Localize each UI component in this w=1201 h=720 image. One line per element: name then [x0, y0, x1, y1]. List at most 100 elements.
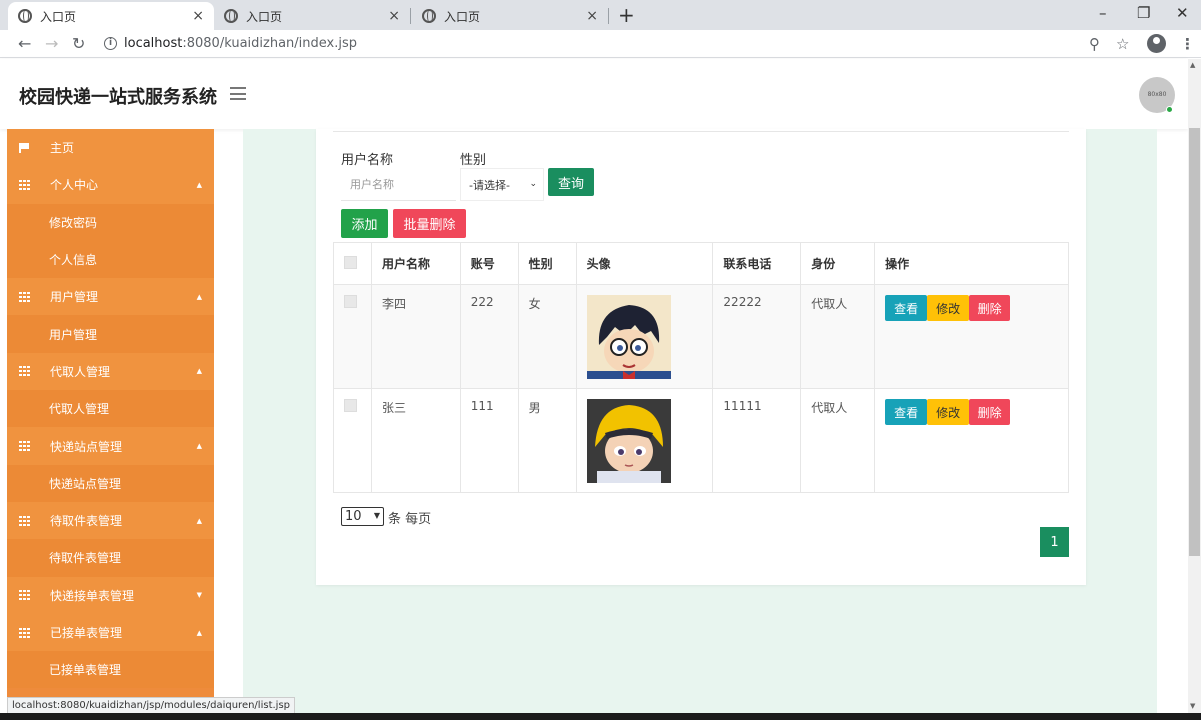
- flag-icon: [19, 142, 30, 153]
- chevron-up-icon: ▲: [196, 180, 202, 189]
- sidebar-item-label: 个人中心: [50, 178, 99, 193]
- sidebar-group[interactable]: 个人中心 ▲: [7, 166, 214, 204]
- url-field[interactable]: localhost:8080/kuaidizhan/index.jsp: [124, 36, 357, 51]
- sidebar-item[interactable]: 用户管理: [7, 315, 214, 353]
- page-size-select[interactable]: 10 ▼: [341, 507, 384, 526]
- username-cell: 李四: [370, 284, 461, 389]
- scroll-down-icon[interactable]: ▼: [1190, 702, 1195, 710]
- gender-cell: 男: [517, 388, 577, 493]
- sidebar-item-label: 已接单表管理: [50, 626, 123, 640]
- globe-icon: [18, 9, 32, 23]
- sidebar-group[interactable]: 用户管理 ▲: [7, 278, 214, 316]
- edit-button[interactable]: 修改: [927, 399, 970, 425]
- actions-cell: 查看 修改 删除: [874, 388, 1069, 493]
- sidebar-group[interactable]: 快递站点管理 ▲: [7, 427, 214, 465]
- divider: [333, 131, 1069, 132]
- data-table: 用户名称 账号 性别 头像 联系电话 身份 操作 李四 222 女 22222 …: [333, 242, 1069, 493]
- sidebar-item-label: 待取件表管理: [50, 514, 123, 529]
- add-button[interactable]: 添加: [341, 209, 388, 238]
- column-header: 身份: [800, 242, 876, 285]
- page-number-button[interactable]: 1: [1040, 527, 1069, 557]
- browser-tab-bar: 入口页 × 入口页 × 入口页 × + – ❐ ✕: [0, 0, 1201, 30]
- grid-icon: [19, 179, 30, 190]
- browser-tab[interactable]: 入口页 ×: [214, 2, 410, 30]
- row-checkbox[interactable]: [344, 295, 357, 308]
- restore-icon[interactable]: ❐: [1137, 4, 1150, 22]
- sidebar-item[interactable]: 个人信息: [7, 240, 214, 279]
- phone-cell: 22222: [712, 284, 802, 389]
- sidebar-item-label: 修改密码: [49, 215, 98, 230]
- tab-separator: [608, 8, 609, 24]
- key-icon[interactable]: ⚲: [1089, 35, 1100, 53]
- edit-button[interactable]: 修改: [927, 295, 970, 321]
- globe-icon: [224, 9, 238, 23]
- page-size-label: 条 每页: [388, 512, 432, 527]
- chevron-up-icon: ▲: [196, 367, 202, 376]
- column-header: 账号: [459, 242, 519, 285]
- back-icon[interactable]: ←: [18, 34, 31, 53]
- new-tab-button[interactable]: +: [618, 3, 635, 27]
- menu-dots-icon[interactable]: ⋮: [1180, 35, 1195, 53]
- sidebar-item[interactable]: 快递站点管理: [7, 464, 214, 502]
- url-path: :8080/kuaidizhan/index.jsp: [182, 36, 357, 51]
- sidebar-group[interactable]: 主页: [7, 129, 214, 167]
- delete-button[interactable]: 删除: [969, 295, 1011, 321]
- table-row: 张三 111 男 11111 代取人 查看 修改 删除: [333, 388, 1069, 493]
- sidebar-item-label: 用户管理: [50, 290, 99, 305]
- sidebar-group[interactable]: 快递接单表管理 ▼: [7, 576, 214, 614]
- gender-cell: 女: [517, 284, 577, 389]
- account-cell: 111: [459, 388, 519, 493]
- status-bar-url: localhost:8080/kuaidizhan/jsp/modules/da…: [7, 697, 296, 714]
- sidebar: 主页 个人中心 ▲ 修改密码 个人信息 用户管理 ▲ 用户管理 代取人管理 ▲ 代取人管理 快递站点管…: [7, 129, 214, 700]
- tab-title: 入口页: [246, 9, 283, 24]
- sidebar-item-label: 快递站点管理: [49, 476, 122, 491]
- username-filter-label: 用户名称: [341, 153, 394, 168]
- profile-icon[interactable]: [1147, 34, 1166, 53]
- site-info-icon[interactable]: i: [104, 37, 117, 50]
- username-search-input[interactable]: 用户名称: [341, 168, 456, 201]
- close-window-icon[interactable]: ✕: [1176, 4, 1189, 22]
- user-avatar-image: [586, 399, 671, 483]
- close-tab-icon[interactable]: ×: [192, 8, 204, 24]
- sidebar-item-label: 代取人管理: [50, 364, 111, 379]
- browser-tab[interactable]: 入口页 ×: [412, 2, 608, 30]
- batch-delete-button[interactable]: 批量删除: [393, 209, 466, 238]
- reload-icon[interactable]: ↻: [72, 34, 85, 53]
- address-bar: ← → ↻ i localhost:8080/kuaidizhan/index.…: [0, 30, 1201, 58]
- page-size-value: 10: [345, 509, 362, 524]
- sidebar-item[interactable]: 代取人管理: [7, 390, 214, 428]
- query-button[interactable]: 查询: [548, 168, 594, 196]
- sidebar-group[interactable]: 待取件表管理 ▲: [7, 501, 214, 540]
- browser-tab[interactable]: 入口页 ×: [8, 2, 214, 30]
- minimize-icon[interactable]: –: [1099, 4, 1107, 22]
- row-checkbox[interactable]: [344, 399, 357, 412]
- scrollbar-thumb[interactable]: [1189, 128, 1200, 556]
- view-button[interactable]: 查看: [885, 399, 928, 425]
- select-all-checkbox[interactable]: [344, 255, 357, 269]
- view-button[interactable]: 查看: [885, 295, 928, 321]
- table-header-row: 用户名称 账号 性别 头像 联系电话 身份 操作: [333, 242, 1069, 285]
- sidebar-item-label: 用户管理: [49, 327, 98, 342]
- gender-select-value: -请选择-: [469, 178, 510, 192]
- gender-select[interactable]: -请选择- ⌄: [460, 168, 544, 201]
- chevron-up-icon: ▲: [196, 292, 202, 301]
- sidebar-item[interactable]: 待取件表管理: [7, 539, 214, 577]
- hamburger-icon[interactable]: [230, 87, 246, 100]
- sidebar-group[interactable]: 代取人管理 ▲: [7, 352, 214, 391]
- sidebar-item[interactable]: 已接单表管理: [7, 651, 214, 689]
- sidebar-item[interactable]: 修改密码: [7, 203, 214, 241]
- delete-button[interactable]: 删除: [969, 399, 1011, 425]
- sidebar-group[interactable]: 已接单表管理 ▲: [7, 613, 214, 652]
- phone-cell: 11111: [712, 388, 802, 493]
- scroll-up-icon[interactable]: ▲: [1190, 61, 1195, 69]
- column-header: 联系电话: [712, 242, 802, 285]
- sidebar-item-label: 主页: [50, 141, 75, 156]
- close-tab-icon[interactable]: ×: [388, 8, 400, 24]
- close-tab-icon[interactable]: ×: [586, 8, 598, 24]
- chevron-down-icon: ⌄: [529, 179, 537, 189]
- star-icon[interactable]: ☆: [1116, 35, 1129, 53]
- tab-separator: [410, 8, 411, 24]
- url-host: localhost: [124, 36, 183, 51]
- forward-icon[interactable]: →: [45, 34, 58, 53]
- app-title: 校园快递一站式服务系统: [19, 87, 217, 108]
